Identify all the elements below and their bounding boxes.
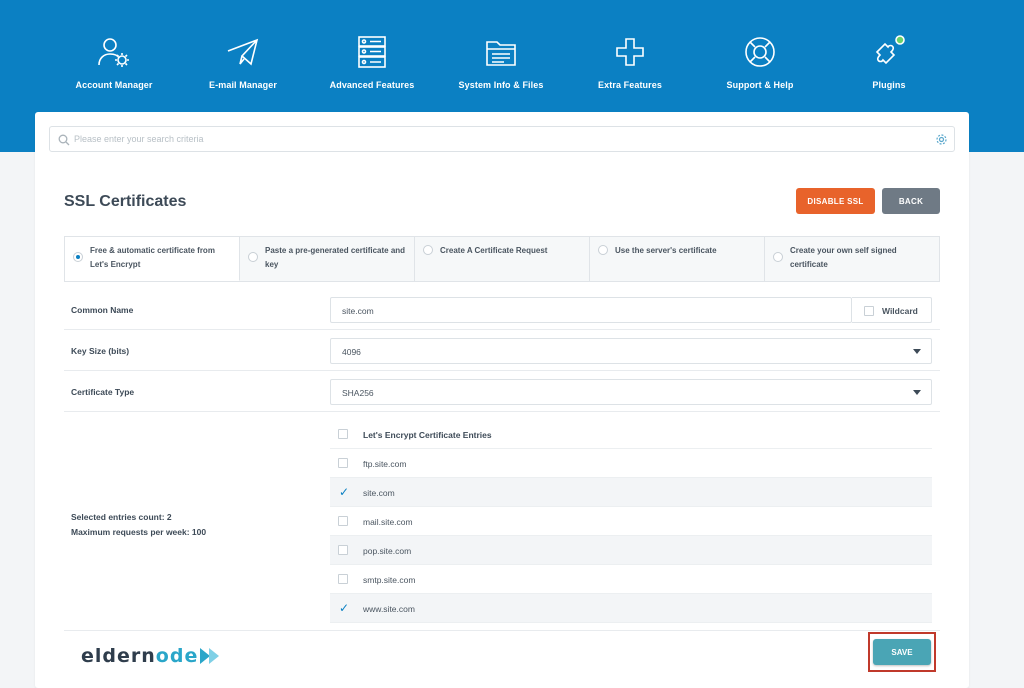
- nav-extra-features[interactable]: Extra Features: [560, 34, 700, 90]
- wildcard-checkbox[interactable]: [864, 306, 874, 316]
- nav-account-manager[interactable]: Account Manager: [44, 34, 184, 90]
- common-name-label: Common Name: [71, 305, 134, 315]
- save-button[interactable]: SAVE: [873, 639, 931, 665]
- tab-label: Use the server's certificate: [615, 246, 717, 255]
- tab-certificate-request[interactable]: Create A Certificate Request: [415, 237, 590, 281]
- paper-plane-icon: [173, 34, 313, 70]
- account-manager-icon: [44, 34, 184, 70]
- tab-server-certificate[interactable]: Use the server's certificate: [590, 237, 765, 281]
- tab-self-signed[interactable]: Create your own self signed certificate: [765, 237, 939, 281]
- radio-selected[interactable]: [73, 252, 83, 262]
- common-name-input[interactable]: site.com: [330, 297, 852, 323]
- nav-label: Account Manager: [75, 80, 153, 90]
- radio[interactable]: [773, 252, 783, 262]
- chevron-down-icon: [913, 349, 921, 354]
- search-input[interactable]: [74, 130, 914, 148]
- chevron-down-icon: [913, 390, 921, 395]
- wildcard-option[interactable]: Wildcard: [852, 297, 932, 323]
- key-size-value: 4096: [342, 347, 361, 357]
- eldernode-logo: eldern ode: [81, 645, 222, 667]
- tab-label: Create your own self signed certificate: [790, 246, 897, 269]
- nav-label: Extra Features: [598, 80, 662, 90]
- nav-advanced-features[interactable]: Advanced Features: [302, 34, 442, 90]
- tab-label: Paste a pre-generated certificate and ke…: [265, 246, 406, 269]
- page-title: SSL Certificates: [64, 193, 187, 210]
- certificate-type-value: SHA256: [342, 388, 374, 398]
- main-panel: SSL Certificates DISABLE SSL BACK Free &…: [35, 112, 969, 688]
- nav-label: System Info & Files: [458, 80, 544, 90]
- disable-ssl-button[interactable]: DISABLE SSL: [796, 188, 875, 214]
- radio[interactable]: [423, 245, 433, 255]
- key-size-label: Key Size (bits): [71, 346, 130, 356]
- server-stack-icon: [302, 34, 442, 70]
- nav-system-info-files[interactable]: System Info & Files: [431, 34, 571, 90]
- logo-text-accent: ode: [155, 645, 199, 667]
- radio[interactable]: [598, 245, 608, 255]
- search-bar: [49, 126, 955, 152]
- nav-label: Plugins: [872, 80, 906, 90]
- puzzle-icon: [819, 34, 959, 70]
- tab-paste-certificate[interactable]: Paste a pre-generated certificate and ke…: [240, 237, 415, 281]
- certificate-method-tabs: Free & automatic certificate from Let's …: [64, 236, 940, 282]
- wildcard-label: Wildcard: [882, 306, 918, 316]
- logo-text-dark: eldern: [81, 645, 156, 667]
- tab-label: Create A Certificate Request: [440, 246, 548, 255]
- key-size-select[interactable]: 4096: [330, 338, 932, 364]
- folder-icon: [431, 34, 571, 70]
- radio[interactable]: [248, 252, 258, 262]
- logo-arrow-icon: [200, 648, 220, 664]
- back-button[interactable]: BACK: [882, 188, 940, 214]
- certificate-type-select[interactable]: SHA256: [330, 379, 932, 405]
- search-icon: [58, 133, 70, 151]
- tab-label: Free & automatic certificate from Let's …: [90, 246, 215, 269]
- lifebuoy-icon: [690, 34, 830, 70]
- plus-icon: [560, 34, 700, 70]
- tab-lets-encrypt[interactable]: Free & automatic certificate from Let's …: [65, 237, 240, 281]
- nav-label: E-mail Manager: [209, 80, 277, 90]
- nav-support-help[interactable]: Support & Help: [690, 34, 830, 90]
- entries-row: [64, 412, 940, 631]
- nav-label: Support & Help: [726, 80, 794, 90]
- nav-label: Advanced Features: [329, 80, 415, 90]
- nav-email-manager[interactable]: E-mail Manager: [173, 34, 313, 90]
- gear-icon[interactable]: [935, 133, 948, 151]
- certificate-type-label: Certificate Type: [71, 387, 135, 397]
- nav-plugins[interactable]: Plugins: [819, 34, 959, 90]
